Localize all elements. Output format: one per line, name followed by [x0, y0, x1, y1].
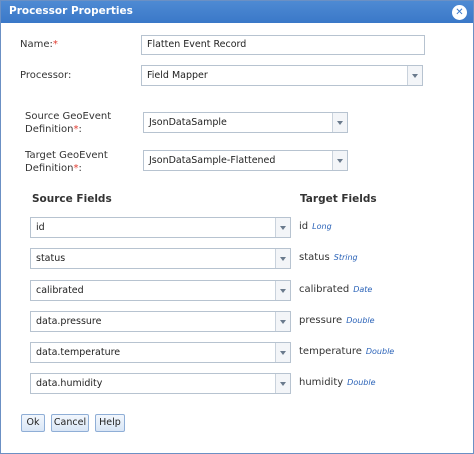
source-definition-label-colon: : — [78, 124, 82, 135]
chevron-down-icon — [275, 343, 290, 362]
close-icon[interactable]: ✕ — [452, 5, 467, 20]
dialog-titlebar: Processor Properties ✕ — [1, 1, 473, 23]
chevron-down-icon — [332, 113, 347, 132]
cancel-button[interactable]: Cancel — [51, 414, 89, 432]
processor-label: Processor: — [20, 70, 72, 81]
target-field-type: Long — [312, 222, 332, 231]
source-field-value: id — [36, 222, 45, 233]
chevron-down-icon — [275, 312, 290, 331]
target-definition-label: Target GeoEvent Definition*: — [25, 149, 108, 175]
source-field-select[interactable]: data.humidity — [30, 373, 291, 394]
required-mark: * — [52, 39, 58, 50]
source-definition-label-line2: Definition*: — [25, 123, 111, 136]
source-definition-label-word: Definition — [25, 124, 74, 135]
target-definition-select[interactable]: JsonDataSample-Flattened — [143, 150, 348, 171]
name-label-text: Name: — [20, 39, 53, 50]
target-field-name: id — [299, 221, 309, 232]
chevron-down-icon — [275, 218, 290, 237]
chevron-down-icon — [275, 281, 290, 300]
target-field: humidity Double — [299, 377, 376, 388]
source-field-value: data.temperature — [36, 347, 121, 358]
processor-select-value: Field Mapper — [147, 70, 208, 81]
chevron-down-icon — [275, 374, 290, 393]
source-definition-select[interactable]: JsonDataSample — [143, 112, 348, 133]
name-input[interactable]: Flatten Event Record — [141, 35, 425, 55]
chevron-down-icon — [407, 66, 422, 85]
name-label: Name:* — [20, 38, 58, 51]
source-field-value: data.pressure — [36, 316, 102, 327]
chevron-down-icon — [332, 151, 347, 170]
dialog-title: Processor Properties — [9, 5, 133, 17]
target-field-name: calibrated — [299, 284, 350, 295]
target-field: id Long — [299, 221, 332, 232]
processor-select[interactable]: Field Mapper — [141, 65, 423, 86]
source-definition-label-line1: Source GeoEvent — [25, 111, 112, 122]
target-field: temperature Double — [299, 346, 394, 357]
processor-properties-dialog: Processor Properties ✕ Name:* Flatten Ev… — [0, 0, 474, 454]
target-fields-header: Target Fields — [300, 193, 377, 205]
target-definition-select-value: JsonDataSample-Flattened — [149, 155, 276, 166]
source-field-select[interactable]: id — [30, 217, 291, 238]
source-definition-select-value: JsonDataSample — [149, 117, 227, 128]
target-definition-label-line1: Target GeoEvent — [25, 150, 108, 161]
ok-button[interactable]: Ok — [21, 414, 45, 432]
source-field-select[interactable]: data.pressure — [30, 311, 291, 332]
target-field: calibrated Date — [299, 284, 372, 295]
source-field-value: data.humidity — [36, 378, 103, 389]
target-definition-label-colon: : — [78, 163, 82, 174]
target-field-type: Date — [353, 285, 373, 294]
target-field-name: pressure — [299, 315, 343, 326]
source-fields-header: Source Fields — [32, 193, 112, 205]
target-definition-label-line2: Definition*: — [25, 162, 108, 175]
source-definition-label: Source GeoEvent Definition*: — [25, 110, 111, 136]
target-field-type: Double — [347, 378, 376, 387]
target-field-type: Double — [365, 347, 395, 356]
source-field-select[interactable]: data.temperature — [30, 342, 291, 363]
target-field: pressure Double — [299, 315, 375, 326]
target-field-type: String — [333, 253, 358, 262]
help-button[interactable]: Help — [95, 414, 125, 432]
source-field-value: status — [36, 253, 66, 264]
source-field-select[interactable]: calibrated — [30, 280, 291, 301]
target-field: status String — [299, 252, 358, 263]
target-field-type: Double — [346, 316, 375, 325]
source-field-value: calibrated — [36, 285, 84, 296]
target-field-name: temperature — [299, 346, 362, 357]
target-field-name: humidity — [299, 377, 344, 388]
source-field-select[interactable]: status — [30, 248, 291, 269]
target-field-name: status — [299, 252, 330, 263]
chevron-down-icon — [275, 249, 290, 268]
target-definition-label-word: Definition — [25, 163, 74, 174]
